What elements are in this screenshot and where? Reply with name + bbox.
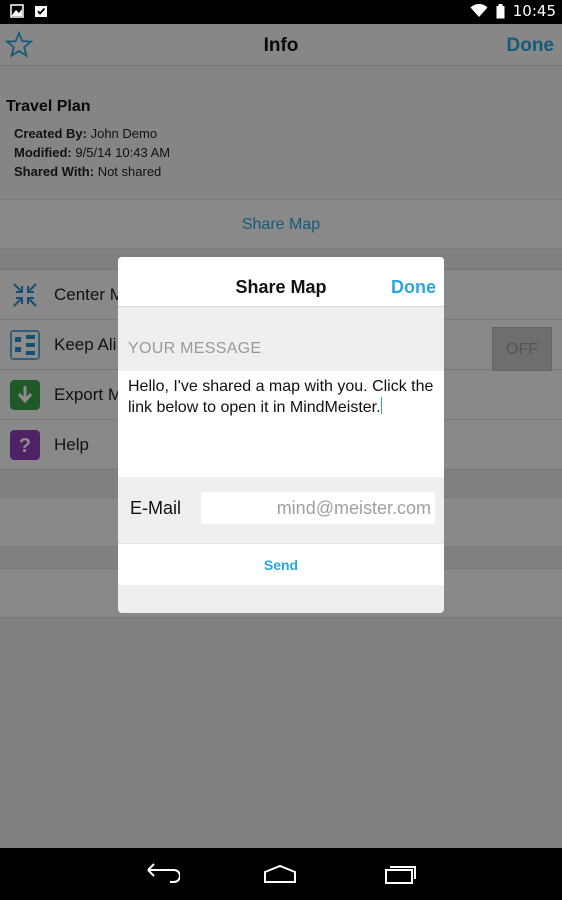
gallery-notification-icon <box>10 4 24 18</box>
message-text: Hello, I've shared a map with you. Click… <box>128 378 434 416</box>
email-field[interactable] <box>201 492 435 524</box>
text-cursor <box>380 397 382 414</box>
dialog-header: Share Map Done <box>118 257 444 307</box>
clipboard-check-icon <box>35 6 47 17</box>
message-label: YOUR MESSAGE <box>128 340 262 357</box>
status-bar: 10:45 <box>0 0 562 24</box>
send-button[interactable]: Send <box>118 543 444 585</box>
battery-icon <box>496 3 505 18</box>
navigation-bar <box>0 848 562 900</box>
dialog-done-button[interactable]: Done <box>391 277 436 298</box>
email-label: E-Mail <box>130 498 182 518</box>
recent-apps-icon[interactable] <box>382 862 418 886</box>
message-textarea[interactable]: Hello, I've shared a map with you. Click… <box>118 371 444 477</box>
wifi-icon <box>470 4 488 17</box>
home-icon[interactable] <box>262 862 298 886</box>
back-icon[interactable] <box>144 862 180 886</box>
clock: 10:45 <box>512 2 556 20</box>
share-map-dialog: Share Map Done YOUR MESSAGE Hello, I've … <box>118 257 444 613</box>
